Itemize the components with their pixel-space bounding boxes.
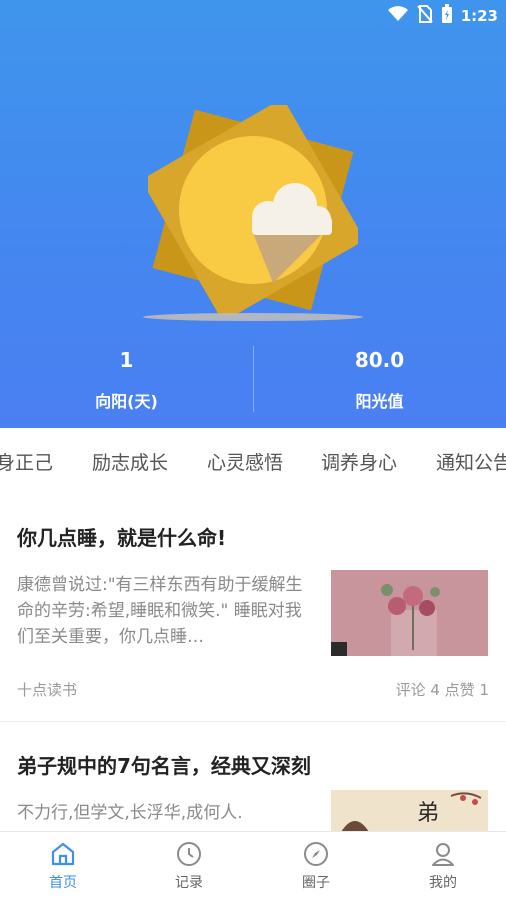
- stat-sunshine-value: 80.0: [354, 348, 405, 372]
- sun-shadow: [143, 313, 363, 321]
- tab-category-4[interactable]: 调养身心: [321, 448, 397, 475]
- nav-profile[interactable]: 我的: [380, 840, 506, 892]
- stat-days-value: 1: [119, 348, 134, 372]
- tab-category-5[interactable]: 通知公告: [436, 448, 506, 475]
- stats-panel: 1 向阳(天) 80.0 阳光值: [0, 340, 506, 420]
- nav-circle-label: 圈子: [302, 875, 330, 891]
- nav-records[interactable]: 记录: [126, 840, 252, 892]
- stat-days-label: 向阳(天): [95, 392, 158, 411]
- article-title: 弟子规中的7句名言，经典又深刻: [17, 754, 311, 778]
- stat-sunshine-label: 阳光值: [355, 392, 404, 411]
- user-icon: [429, 840, 457, 868]
- nav-home[interactable]: 首页: [0, 840, 126, 892]
- article-thumbnail: [331, 570, 488, 656]
- clock-icon: [175, 840, 203, 868]
- status-icons: 1:23: [387, 4, 498, 28]
- tab-category-2[interactable]: 励志成长: [92, 448, 168, 475]
- stat-sunshine[interactable]: 80.0 阳光值: [253, 340, 506, 412]
- no-sim-icon: [416, 5, 433, 27]
- bottom-nav: 首页 记录 圈子 我的: [0, 831, 506, 900]
- svg-text:弟: 弟: [417, 801, 439, 826]
- article-stats: 评论 4 点赞 1: [395, 681, 489, 699]
- nav-profile-label: 我的: [429, 875, 457, 891]
- tab-category-3[interactable]: 心灵感悟: [207, 448, 283, 475]
- nav-records-label: 记录: [175, 875, 203, 891]
- category-tabs: 身正己 励志成长 心灵感悟 调养身心 通知公告: [0, 428, 506, 492]
- article-excerpt: 不力行,但学文,长浮华,成何人.: [17, 803, 243, 823]
- home-icon: [49, 840, 77, 868]
- article-source: 十点读书: [17, 681, 78, 699]
- tab-category-1[interactable]: 身正己: [0, 448, 53, 475]
- article-title: 你几点睡，就是什么命!: [17, 526, 227, 550]
- article-thumbnail: 弟: [331, 790, 488, 832]
- sun-illustration: [140, 97, 366, 323]
- compass-icon: [302, 840, 330, 868]
- nav-home-label: 首页: [49, 875, 77, 891]
- status-time: 1:23: [460, 7, 498, 25]
- article-card[interactable]: 你几点睡，就是什么命! 康德曾说过:"有三样东西有助于缓解生命的辛劳:希望,睡眠…: [0, 492, 506, 722]
- stat-days[interactable]: 1 向阳(天): [0, 340, 253, 412]
- article-excerpt: 康德曾说过:"有三样东西有助于缓解生命的辛劳:希望,睡眠和微笑." 睡眠对我们至…: [17, 575, 303, 647]
- battery-icon: [441, 4, 453, 28]
- hero-header: 1:23 1 向阳(天) 80.0 阳光值: [0, 0, 506, 428]
- nav-circle[interactable]: 圈子: [253, 840, 379, 892]
- wifi-icon: [387, 6, 409, 26]
- article-card[interactable]: 弟子规中的7句名言，经典又深刻 不力行,但学文,长浮华,成何人. 弟: [0, 722, 506, 832]
- status-bar: 1:23: [0, 0, 506, 28]
